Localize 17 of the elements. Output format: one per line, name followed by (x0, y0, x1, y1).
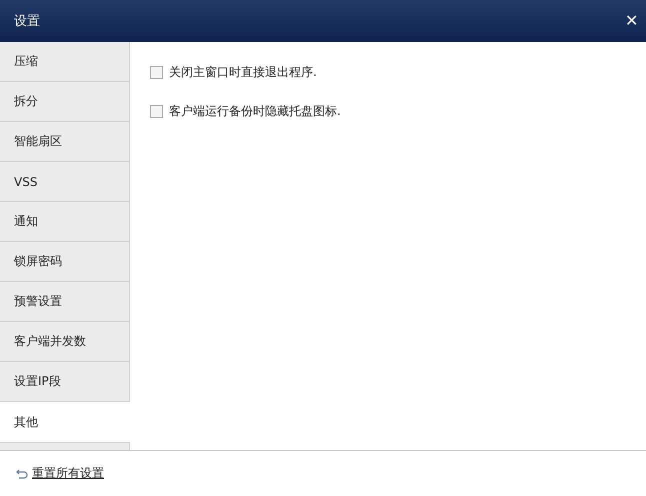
sidebar-item[interactable]: 压缩 (0, 42, 130, 82)
sidebar-item[interactable]: 拆分 (0, 82, 130, 122)
window-title: 设置 (14, 13, 40, 30)
sidebar-item[interactable]: 智能扇区 (0, 122, 130, 162)
sidebar-item[interactable]: 客户端并发数 (0, 322, 130, 362)
sidebar-item[interactable]: 预警设置 (0, 282, 130, 322)
option-label: 客户端运行备份时隐藏托盘图标. (169, 103, 341, 120)
checkbox[interactable] (150, 105, 163, 118)
sidebar-item[interactable]: 设置IP段 (0, 362, 130, 402)
option-label: 关闭主窗口时直接退出程序. (169, 64, 317, 81)
sidebar-item[interactable]: 锁屏密码 (0, 242, 130, 282)
undo-icon (16, 468, 28, 478)
reset-link[interactable]: 重置所有设置 (32, 465, 104, 482)
close-button[interactable]: ✕ (625, 11, 638, 31)
sidebar-item[interactable]: 通知 (0, 202, 130, 242)
checkbox[interactable] (150, 66, 163, 79)
sidebar-item[interactable]: VSS (0, 162, 130, 202)
